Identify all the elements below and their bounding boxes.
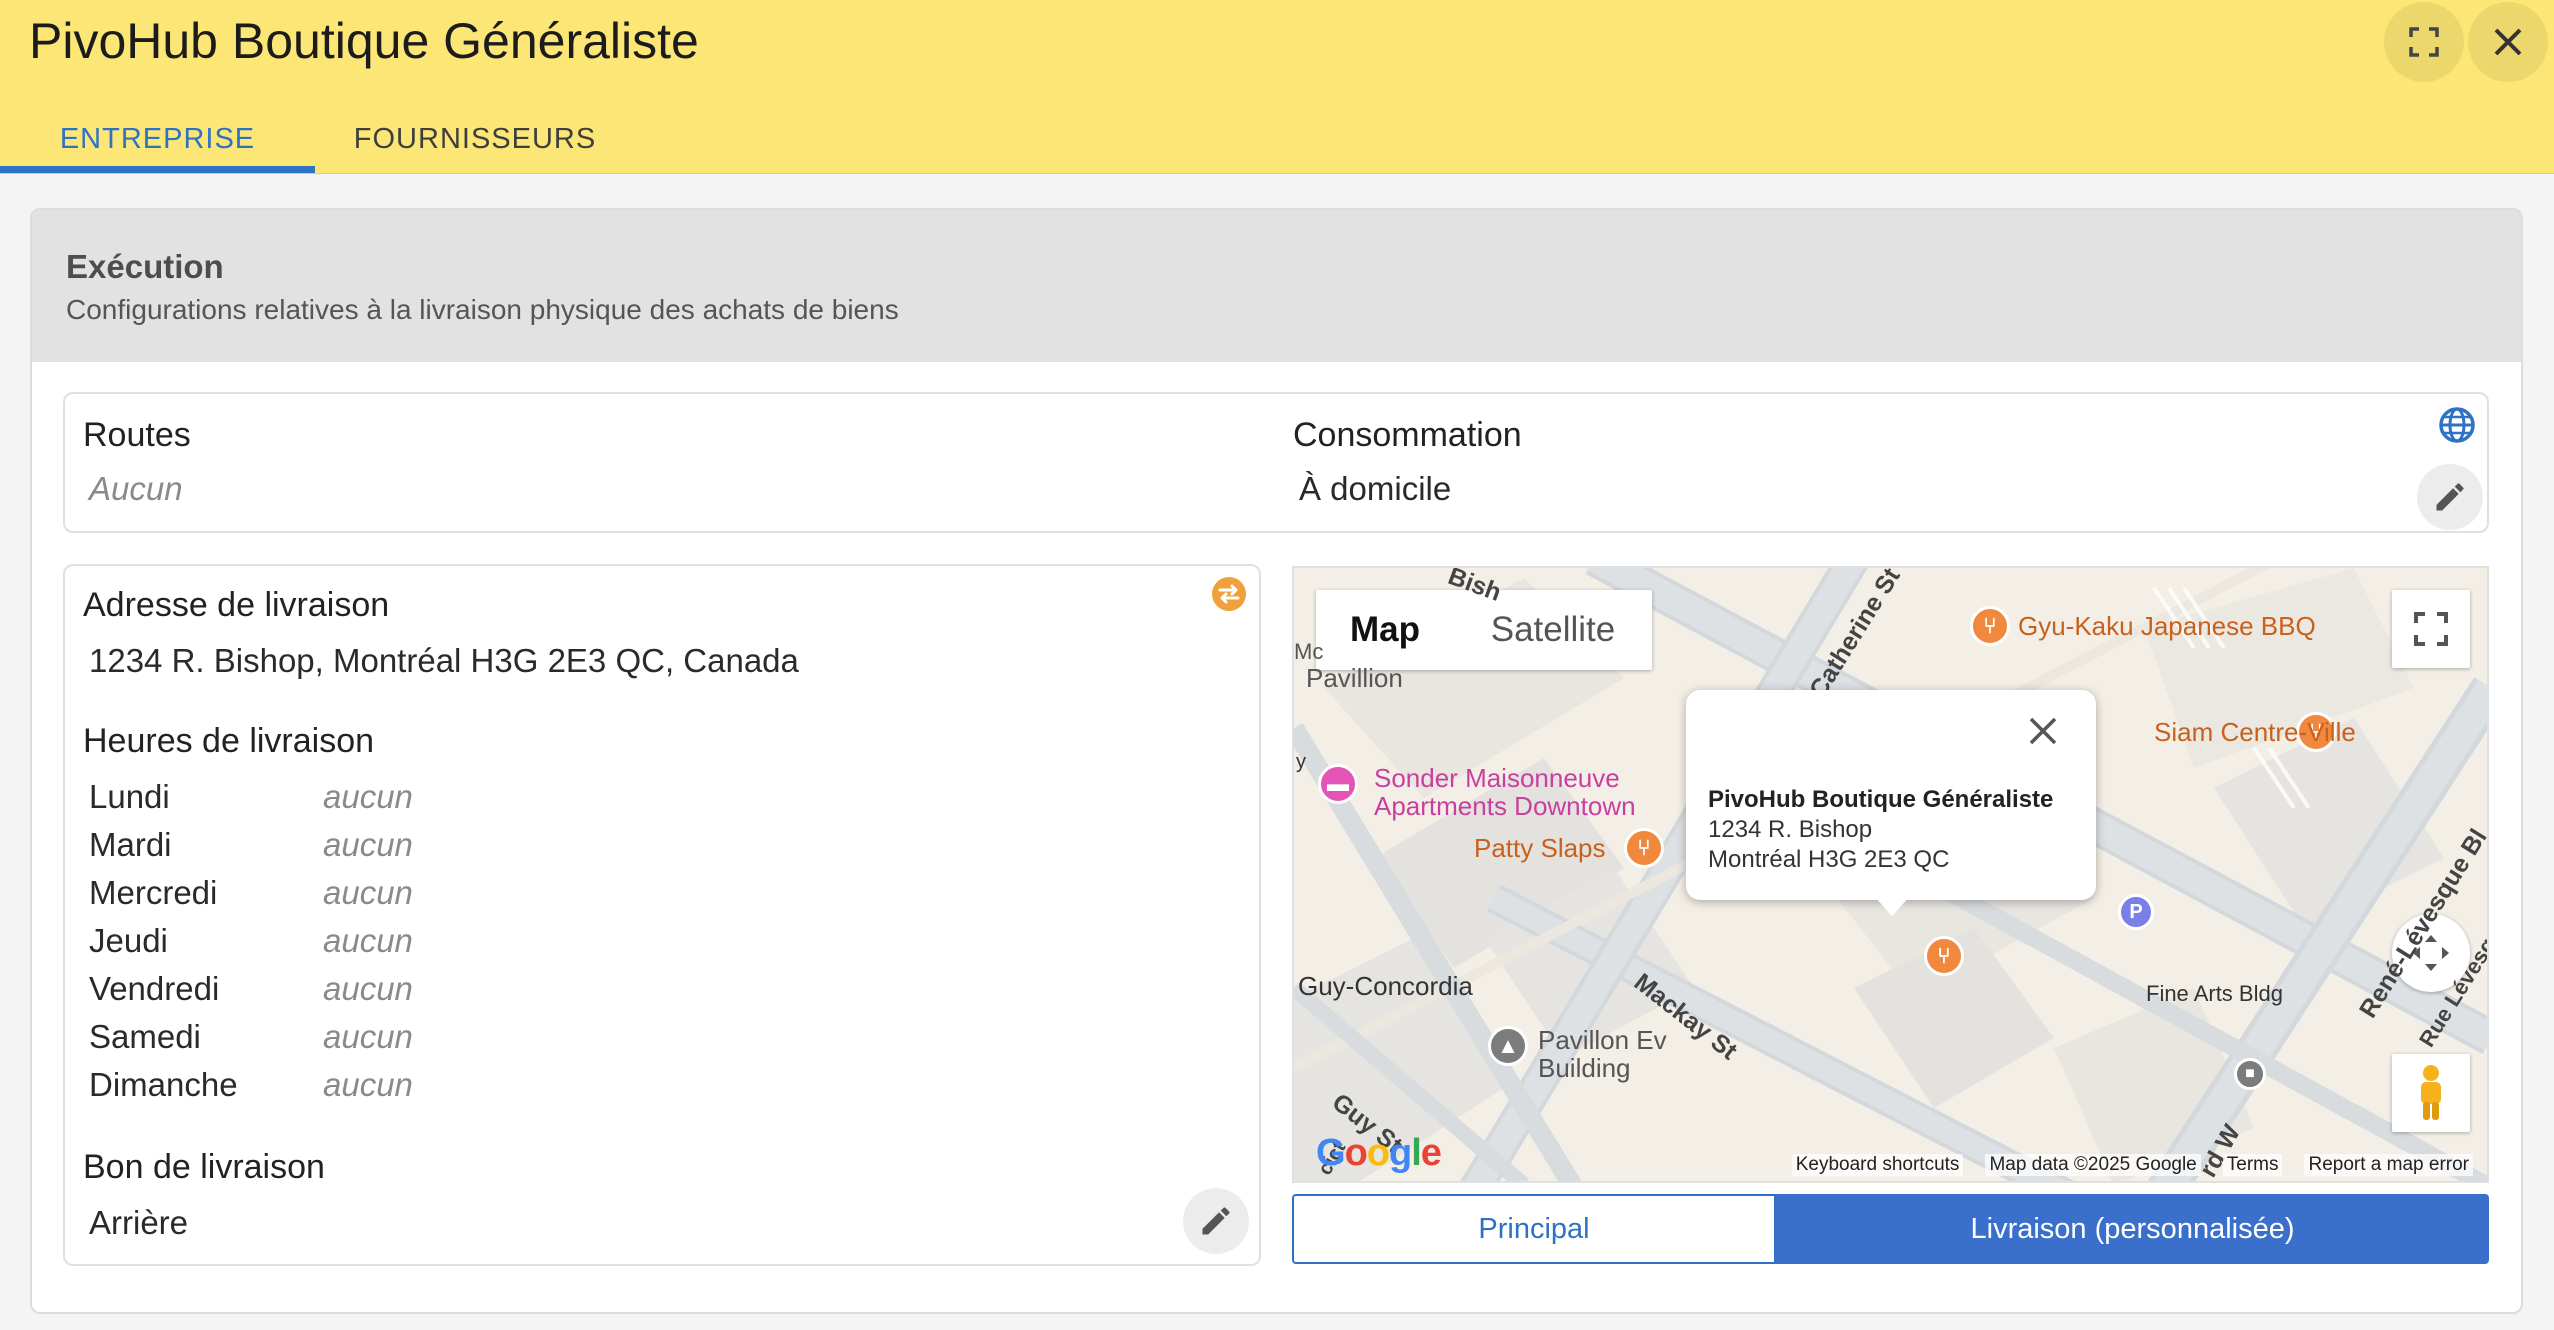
active-tab-indicator	[0, 166, 315, 173]
globe-icon[interactable]	[2438, 406, 2476, 444]
section-title: Exécution	[66, 248, 224, 285]
poi-sonder-line2[interactable]: Apartments Downtown	[1374, 792, 1636, 820]
poi-sonder-line1[interactable]: Sonder Maisonneuve	[1374, 764, 1620, 792]
routes-label: Routes	[83, 416, 191, 454]
address-custom-button[interactable]: Livraison (personnalisée)	[1776, 1194, 2489, 1264]
consumption-label: Consommation	[1293, 416, 1522, 454]
hours-friday: aucun	[323, 970, 413, 1007]
day-saturday: Samedi	[89, 1018, 201, 1055]
hours-wednesday: aucun	[323, 874, 413, 911]
swap-icon[interactable]	[1211, 576, 1247, 612]
delivery-hours-label: Heures de livraison	[83, 722, 375, 760]
map-info-window: PivoHub Boutique Généraliste 1234 R. Bis…	[1686, 690, 2096, 900]
maximize-icon	[2409, 27, 2439, 57]
keyboard-shortcuts-link[interactable]: Keyboard shortcuts	[1791, 1154, 1964, 1176]
pencil-icon	[1202, 1207, 1230, 1235]
delivery-slip-value: Arrière	[89, 1204, 189, 1241]
tab-fournisseurs[interactable]: FOURNISSEURS	[315, 104, 635, 174]
map-attribution: Keyboard shortcuts Map data ©2025 Google…	[1294, 1149, 2487, 1181]
info-window-city: Montréal H3G 2E3 QC	[1708, 846, 1950, 873]
header-divider	[0, 173, 2554, 174]
day-monday: Lundi	[89, 778, 170, 815]
poi-patty[interactable]: Patty Slaps	[1474, 834, 1606, 862]
map-fullscreen-button[interactable]	[2392, 590, 2470, 668]
app-header: PivoHub Boutique Généraliste ENTREPRISE …	[0, 0, 2554, 174]
delivery-address-value: 1234 R. Bishop, Montréal H3G 2E3 QC, Can…	[89, 642, 799, 679]
fullscreen-icon	[2414, 612, 2448, 646]
close-icon[interactable]	[2028, 716, 2058, 746]
maximize-button[interactable]	[2384, 2, 2464, 82]
hours-tuesday: aucun	[323, 826, 413, 863]
poi-fine-arts[interactable]: Fine Arts Bldg	[2146, 980, 2283, 1008]
section-subtitle: Configurations relatives à la livraison …	[66, 294, 899, 325]
edit-consumption-button[interactable]	[2417, 464, 2483, 530]
hotel-icon[interactable]: ▬	[1318, 764, 1358, 804]
poi-y: y	[1296, 751, 1306, 773]
consumption-value: À domicile	[1299, 470, 1452, 507]
tab-entreprise[interactable]: ENTREPRISE	[0, 104, 315, 174]
day-thursday: Jeudi	[89, 922, 168, 959]
pegman-icon	[2421, 1065, 2441, 1120]
hours-sunday: aucun	[323, 1066, 413, 1103]
poi-siam[interactable]: Siam Centre-Ville	[2154, 718, 2356, 746]
map-type-map[interactable]: Map	[1316, 590, 1454, 670]
map-data-text: Map data ©2025 Google	[1985, 1154, 2201, 1176]
poi-pavillion-top[interactable]: Pavillion	[1306, 664, 1403, 692]
close-icon	[2494, 28, 2522, 56]
street-view-pegman[interactable]	[2392, 1054, 2470, 1132]
day-friday: Vendredi	[89, 970, 220, 1007]
edit-delivery-button[interactable]	[1183, 1188, 1249, 1254]
poi-gyukaku[interactable]: Gyu-Kaku Japanese BBQ	[2018, 612, 2316, 640]
map-view[interactable]: Map Satellite ⑂ Gyu-Kaku Japanese BBQ ⑂ …	[1292, 566, 2489, 1183]
routes-value: Aucun	[89, 470, 183, 507]
poi-pavillon-line2[interactable]: Building	[1538, 1054, 1631, 1082]
info-window-pointer	[1874, 896, 1910, 916]
card-header: Exécution Configurations relatives à la …	[32, 210, 2521, 362]
app-title: PivoHub Boutique Généraliste	[29, 13, 699, 69]
restaurant-icon[interactable]: ⑂	[1924, 936, 1964, 976]
routes-consumption-panel: Routes Aucun Consommation À domicile	[63, 392, 2489, 533]
hours-saturday: aucun	[323, 1018, 413, 1055]
day-wednesday: Mercredi	[89, 874, 218, 911]
address-principal-button[interactable]: Principal	[1292, 1194, 1776, 1264]
hours-monday: aucun	[323, 778, 413, 815]
parking-icon[interactable]: P	[2118, 894, 2154, 930]
poi-pavillon-line1[interactable]: Pavillon Ev	[1538, 1026, 1667, 1054]
bus-stop-icon[interactable]: ■	[2234, 1058, 2266, 1090]
close-button[interactable]	[2468, 2, 2548, 82]
poi-guy-concordia[interactable]: Guy-Concordia	[1298, 972, 1473, 1000]
day-tuesday: Mardi	[89, 826, 172, 863]
restaurant-icon[interactable]: ⑂	[1624, 828, 1664, 868]
poi-mc: Mc	[1294, 639, 1324, 664]
delivery-panel: Adresse de livraison 1234 R. Bishop, Mon…	[63, 564, 1261, 1266]
info-window-street: 1234 R. Bishop	[1708, 816, 1873, 843]
day-sunday: Dimanche	[89, 1066, 238, 1103]
hours-thursday: aucun	[323, 922, 413, 959]
pencil-icon	[2436, 483, 2464, 511]
delivery-slip-label: Bon de livraison	[83, 1148, 325, 1186]
info-window-title: PivoHub Boutique Généraliste	[1708, 786, 2054, 813]
terms-link[interactable]: Terms	[2222, 1154, 2283, 1176]
delivery-address-label: Adresse de livraison	[83, 586, 390, 624]
restaurant-icon[interactable]: ⑂	[1970, 606, 2010, 646]
school-icon[interactable]: ▲	[1488, 1026, 1528, 1066]
report-map-error-link[interactable]: Report a map error	[2304, 1154, 2473, 1176]
